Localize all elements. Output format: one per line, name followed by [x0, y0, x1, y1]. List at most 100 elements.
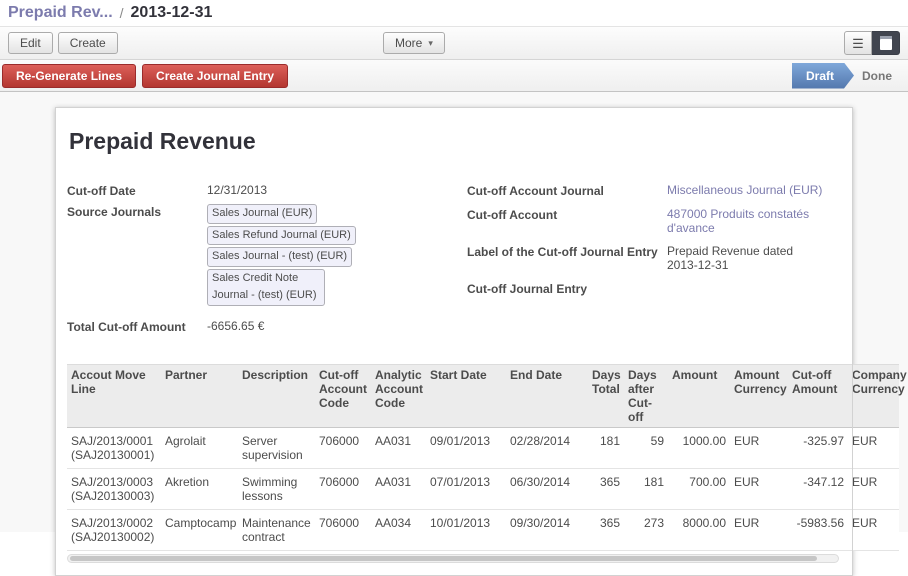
journal-tag: Sales Refund Journal (EUR) [207, 226, 356, 246]
cell-days-after: 273 [624, 509, 668, 550]
column-header: Analytic Account Code [371, 364, 426, 427]
cutoff-account-link[interactable]: 487000 Produits constatés d'avance [667, 207, 819, 235]
cell-company-currency: EUR [848, 427, 899, 468]
cell-amount: 8000.00 [668, 509, 730, 550]
field-journal-entry-label: Label of the Cut-off Journal Entry Prepa… [467, 244, 841, 272]
form-view-button[interactable] [872, 31, 900, 55]
field-cutoff-journal-entry: Cut-off Journal Entry [467, 281, 841, 296]
field-groups: Cut-off Date 12/31/2013 Source Journals … [67, 183, 841, 340]
cell-cutoff-amount: -5983.56 [788, 509, 848, 550]
cell-end-date: 09/30/2014 [506, 509, 588, 550]
cell-start-date: 09/01/2013 [426, 427, 506, 468]
cell-move-line: SAJ/2013/0003 (SAJ20130003) [67, 468, 161, 509]
column-header: Amount Currency [730, 364, 788, 427]
cell-amount-currency: EUR [730, 509, 788, 550]
field-group-right: Cut-off Account Journal Miscellaneous Jo… [467, 183, 841, 340]
total-cutoff-amount-label: Total Cut-off Amount [67, 319, 207, 334]
status-done: Done [854, 69, 906, 83]
source-journals-label: Source Journals [67, 204, 207, 219]
cell-days-after: 59 [624, 427, 668, 468]
cutoff-lines-section: Accout Move Line Partner Description Cut… [67, 364, 841, 563]
cutoff-account-journal-link[interactable]: Miscellaneous Journal (EUR) [667, 183, 819, 197]
create-button[interactable]: Create [58, 32, 118, 54]
cell-partner: Camptocamp [161, 509, 238, 550]
create-journal-entry-button[interactable]: Create Journal Entry [142, 64, 288, 88]
source-journals-tags: Sales Journal (EUR) Sales Refund Journal… [207, 204, 465, 308]
cell-analytic-code: AA031 [371, 427, 426, 468]
column-header: Description [238, 364, 315, 427]
column-header: Cut-off Amount [788, 364, 848, 427]
statusbar: Draft Done [792, 60, 906, 91]
table-row[interactable]: SAJ/2013/0003 (SAJ20130003) Akretion Swi… [67, 468, 899, 509]
breadcrumb: Prepaid Rev... / 2013-12-31 [0, 0, 908, 26]
cell-amount: 700.00 [668, 468, 730, 509]
cell-partner: Agrolait [161, 427, 238, 468]
status-draft: Draft [792, 63, 854, 89]
cutoff-date-label: Cut-off Date [67, 183, 207, 198]
field-group-left: Cut-off Date 12/31/2013 Source Journals … [67, 183, 467, 340]
journal-entry-label-label: Label of the Cut-off Journal Entry [467, 244, 667, 259]
column-header: Days after Cut-off [624, 364, 668, 427]
journal-tag: Sales Credit Note Journal - (test) (EUR) [207, 269, 325, 306]
cell-start-date: 07/01/2013 [426, 468, 506, 509]
column-header: End Date [506, 364, 588, 427]
edit-button[interactable]: Edit [8, 32, 53, 54]
cell-analytic-code: AA031 [371, 468, 426, 509]
more-button[interactable]: More ▾ [383, 32, 445, 54]
cell-cutoff-amount: -325.97 [788, 427, 848, 468]
page-title: Prepaid Revenue [69, 128, 841, 155]
column-header: Partner [161, 364, 238, 427]
cell-start-date: 10/01/2013 [426, 509, 506, 550]
cell-account-code: 706000 [315, 468, 371, 509]
cutoff-account-journal-label: Cut-off Account Journal [467, 183, 667, 198]
breadcrumb-separator: / [120, 5, 124, 21]
cell-company-currency: EUR [848, 468, 899, 509]
toolbar: Edit Create More ▾ ☰ [0, 26, 908, 60]
list-view-button[interactable]: ☰ [844, 31, 872, 55]
cell-description: Server supervision [238, 427, 315, 468]
regenerate-lines-button[interactable]: Re-Generate Lines [2, 64, 136, 88]
chevron-down-icon: ▾ [428, 38, 433, 49]
column-header: Company Currency [848, 364, 899, 427]
column-header: Start Date [426, 364, 506, 427]
list-icon: ☰ [852, 37, 864, 50]
table-row[interactable]: SAJ/2013/0002 (SAJ20130002) Camptocamp M… [67, 509, 899, 550]
column-header: Days Total [588, 364, 624, 427]
table-row[interactable]: SAJ/2013/0001 (SAJ20130001) Agrolait Ser… [67, 427, 899, 468]
column-header: Accout Move Line [67, 364, 161, 427]
journal-entry-label-value: Prepaid Revenue dated 2013-12-31 [667, 244, 819, 272]
more-button-label: More [395, 36, 422, 50]
scrollbar-thumb[interactable] [70, 556, 817, 561]
total-cutoff-amount-value: -6656.65 € [207, 319, 264, 333]
cell-days-total: 181 [588, 427, 624, 468]
cell-end-date: 06/30/2014 [506, 468, 588, 509]
field-cutoff-account-journal: Cut-off Account Journal Miscellaneous Jo… [467, 183, 841, 198]
content-area: Prepaid Revenue Cut-off Date 12/31/2013 … [0, 92, 908, 532]
breadcrumb-current: 2013-12-31 [131, 4, 213, 22]
cell-amount-currency: EUR [730, 468, 788, 509]
cell-partner: Akretion [161, 468, 238, 509]
cell-cutoff-amount: -347.12 [788, 468, 848, 509]
form-sheet: Prepaid Revenue Cut-off Date 12/31/2013 … [55, 107, 853, 576]
cell-description: Swimming lessons [238, 468, 315, 509]
cell-end-date: 02/28/2014 [506, 427, 588, 468]
horizontal-scrollbar[interactable] [67, 554, 839, 563]
cutoff-account-label: Cut-off Account [467, 207, 667, 222]
cell-amount-currency: EUR [730, 427, 788, 468]
cell-days-total: 365 [588, 468, 624, 509]
field-cutoff-account: Cut-off Account 487000 Produits constaté… [467, 207, 841, 235]
journal-tag: Sales Journal - (test) (EUR) [207, 247, 352, 267]
column-header: Amount [668, 364, 730, 427]
action-bar: Re-Generate Lines Create Journal Entry D… [0, 60, 908, 92]
column-header: Cut-off Account Code [315, 364, 371, 427]
journal-tag: Sales Journal (EUR) [207, 204, 317, 224]
cell-company-currency: EUR [848, 509, 899, 550]
cell-move-line: SAJ/2013/0001 (SAJ20130001) [67, 427, 161, 468]
cell-analytic-code: AA034 [371, 509, 426, 550]
breadcrumb-parent-link[interactable]: Prepaid Rev... [8, 4, 113, 22]
field-source-journals: Source Journals Sales Journal (EUR) Sale… [67, 204, 467, 308]
field-total-cutoff-amount: Total Cut-off Amount -6656.65 € [67, 319, 467, 334]
form-icon [880, 36, 892, 50]
cell-account-code: 706000 [315, 427, 371, 468]
cell-move-line: SAJ/2013/0002 (SAJ20130002) [67, 509, 161, 550]
